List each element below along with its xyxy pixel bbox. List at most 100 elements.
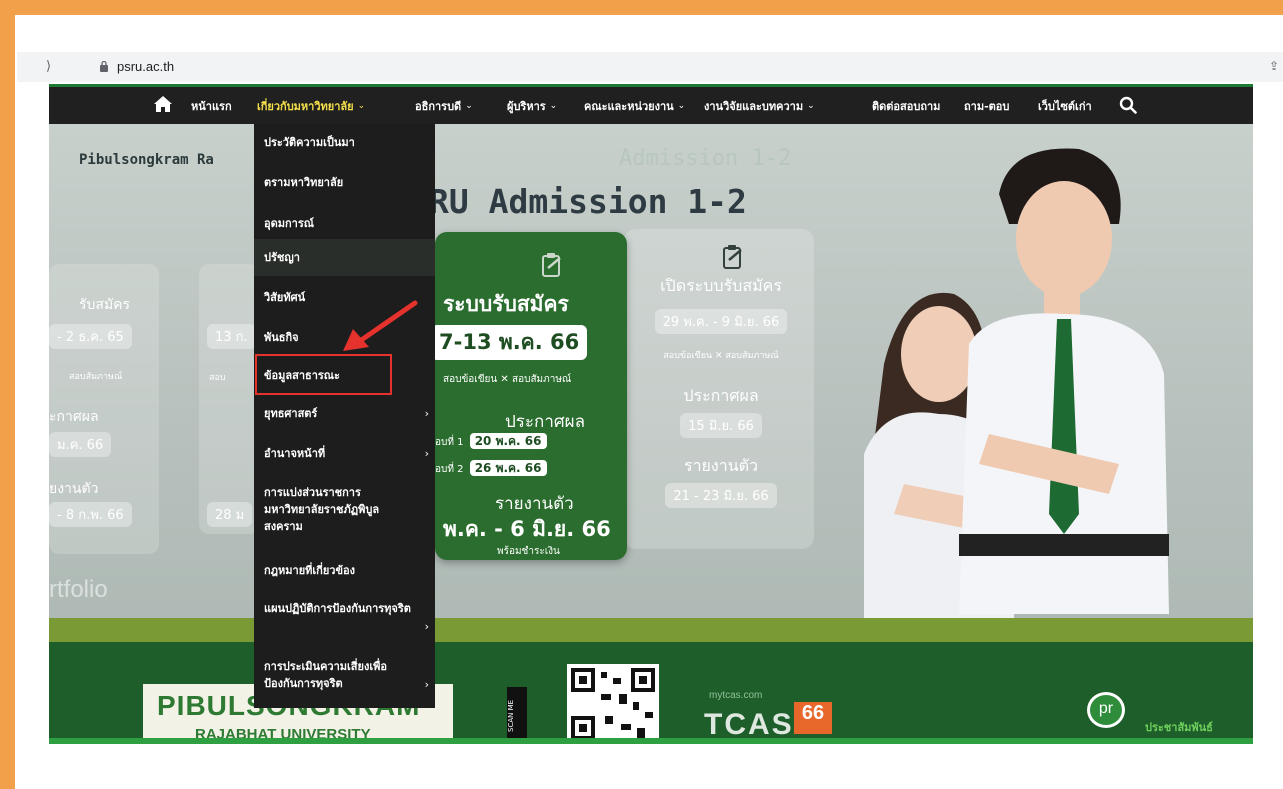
orange-frame-left — [0, 0, 15, 789]
left-report: ยงานตัว — [49, 481, 99, 497]
admission-ghost-text: Admission 1-2 — [619, 146, 792, 171]
chevron-down-icon: ⌄ — [357, 100, 366, 111]
red-arrow-annotation — [343, 300, 418, 351]
nav-item-label: เกี่ยวกับมหาวิทยาลัย — [257, 99, 354, 113]
dropdown-item[interactable]: อำนาจหน้าที่ › — [254, 445, 435, 462]
pr-text: ประชาสัมพันธ์ — [1145, 722, 1213, 734]
portfolio-ghost-text: rtfolio — [49, 576, 108, 603]
tcas-site: mytcas.com — [709, 690, 763, 701]
home-icon[interactable] — [153, 95, 173, 113]
registration-title: ระบบรับสมัคร — [443, 292, 569, 316]
chevron-right-icon: › — [424, 407, 429, 420]
admission-title: Admission 1-2 — [488, 182, 747, 221]
scan-me-label: SCAN ME — [507, 687, 527, 744]
hero-banner[interactable]: Pibulsongkram Ra Admission 1-2 RU Admiss… — [49, 124, 1253, 744]
nav-item-label: งานวิจัยและบทความ — [704, 99, 804, 113]
nav-item-contact[interactable]: ติดต่อสอบถาม — [872, 87, 940, 124]
registration-date: 7-13 พ.ค. 66 — [431, 325, 588, 360]
left-announce: ะกาศผล — [49, 409, 99, 425]
right-faded-column: เปิดระบบรับสมัคร 29 พ.ค. - 9 มิ.ย. 66 สอ… — [631, 274, 811, 508]
left-date2: ม.ค. 66 — [49, 432, 112, 457]
dropdown-item-label: อำนาจหน้าที่ — [264, 447, 326, 460]
tcas-logo: TCAS — [704, 708, 794, 741]
browser-address-bar[interactable]: ⟩ psru.ac.th ⇪ — [17, 52, 1283, 82]
nav-item-label: ติดต่อสอบถาม — [872, 99, 941, 113]
hero-site-title: Pibulsongkram Ra — [79, 152, 214, 168]
exam-line: สอบข้อเขียน ✕ สอบสัมภาษณ์ — [443, 374, 572, 385]
main-navigation: หน้าแรก เกี่ยวกับมหาวิทยาลัย ⌄ อธิการบดี ⌄ ผู… — [49, 84, 1253, 124]
round-2-label: อบที่ 2 — [435, 464, 464, 475]
nav-item-research[interactable]: งานวิจัยและบทความ ⌄ — [704, 87, 815, 124]
dropdown-item[interactable]: ตรามหาวิทยาลัย — [254, 174, 435, 191]
dropdown-item-label: การแบ่งส่วนราชการ มหาวิทยาลัยราชภัฏพิบูล… — [264, 486, 380, 533]
nav-item-label: ผู้บริหาร — [507, 99, 546, 113]
nav-item-executives[interactable]: ผู้บริหาร ⌄ — [507, 87, 557, 124]
nav-item-about-university[interactable]: เกี่ยวกับมหาวิทยาลัย ⌄ — [257, 87, 365, 124]
qr-code-image[interactable] — [567, 664, 659, 744]
dropdown-item[interactable]: อุดมการณ์ — [254, 215, 435, 232]
pay-note: พร้อมชำระเงิน — [497, 546, 560, 557]
dropdown-item-label: กฎหมายที่เกี่ยวข้อง — [264, 564, 355, 577]
left-exam: สอบสัมภาษณ์ — [69, 372, 123, 382]
student-boy-image — [959, 148, 1169, 614]
dropdown-item-label: แผนปฏิบัติการป้องกันการทุจริต — [264, 602, 411, 615]
bottom-green-line — [49, 738, 1253, 744]
back-icon[interactable]: ⟩ — [46, 58, 51, 74]
chevron-down-icon: ⌄ — [807, 100, 815, 111]
mid-exam: สอบ — [209, 373, 226, 383]
nav-item-home[interactable]: หน้าแรก — [191, 87, 232, 124]
dropdown-item[interactable]: ปรัชญา — [254, 239, 435, 276]
right-report: รายงานตัว — [683, 456, 759, 475]
pr-logo[interactable]: pr — [1087, 692, 1125, 728]
round-2-date: 26 พ.ค. 66 — [469, 460, 547, 476]
dropdown-item-label: ตรามหาวิทยาลัย — [264, 176, 344, 189]
dropdown-item-label: ปรัชญา — [264, 251, 300, 264]
round-2: อบที่ 2 26 พ.ค. 66 — [435, 459, 547, 478]
orange-frame-top — [0, 0, 1283, 15]
left-date3: - 8 ก.พ. 66 — [49, 502, 132, 527]
dropdown-item[interactable]: กฎหมายที่เกี่ยวข้อง — [254, 562, 435, 579]
tcas-66-badge: 66 — [794, 702, 832, 734]
nav-item-label: ถาม-ตอบ — [964, 99, 1010, 113]
search-icon[interactable] — [1119, 96, 1137, 114]
report-date: พ.ค. - 6 มิ.ย. 66 — [443, 517, 611, 541]
chevron-down-icon: ⌄ — [549, 100, 558, 111]
dropdown-item[interactable]: แผนปฏิบัติการป้องกันการทุจริต › — [254, 600, 435, 634]
dropdown-item[interactable]: ยุทธศาสตร์ › — [254, 405, 435, 422]
share-icon[interactable]: ⇪ — [1269, 59, 1279, 73]
nav-item-president[interactable]: อธิการบดี ⌄ — [415, 87, 473, 124]
round-1-label: อบที่ 1 — [435, 437, 464, 448]
chevron-down-icon: ⌄ — [677, 100, 686, 111]
nav-item-label: คณะและหน่วยงาน — [584, 99, 674, 113]
admission-heading: RU Admission 1-2 — [429, 182, 747, 221]
nav-item-old-website[interactable]: เว็บไซต์เก่า — [1038, 87, 1092, 124]
nav-item-label: หน้าแรก — [191, 99, 232, 113]
url-text[interactable]: psru.ac.th — [117, 59, 174, 74]
right-title: เปิดระบบรับสมัคร — [660, 276, 782, 295]
right-announce: ประกาศผล — [683, 386, 759, 405]
faded-card-mid — [199, 264, 259, 534]
dropdown-item[interactable]: การประเมินความเสี่ยงเพื่อป้องกันการทุจริ… — [254, 658, 435, 692]
dropdown-item[interactable]: ประวัติความเป็นมา — [254, 134, 435, 151]
right-report-date: 21 - 23 มิ.ย. 66 — [665, 483, 777, 508]
left-date1: - 2 ธ.ค. 65 — [49, 324, 132, 349]
announce-label: ประกาศผล — [505, 412, 586, 432]
lock-icon — [100, 60, 108, 72]
dropdown-item-label: การประเมินความเสี่ยงเพื่อป้องกันการทุจริ… — [264, 660, 387, 690]
right-date: 29 พ.ค. - 9 มิ.ย. 66 — [654, 309, 788, 334]
nav-item-faculties[interactable]: คณะและหน่วยงาน ⌄ — [584, 87, 685, 124]
about-university-dropdown: ประวัติความเป็นมาตรามหาวิทยาลัยอุดมการณ์… — [254, 124, 435, 708]
round-1: อบที่ 1 20 พ.ค. 66 — [435, 432, 547, 451]
registration-card[interactable]: ระบบรับสมัคร 7-13 พ.ค. 66 สอบข้อเขียน ✕ … — [431, 232, 627, 560]
nav-item-label: อธิการบดี — [415, 99, 462, 113]
dropdown-item[interactable]: การแบ่งส่วนราชการ มหาวิทยาลัยราชภัฏพิบูล… — [254, 484, 435, 535]
round-1-date: 20 พ.ค. 66 — [469, 433, 547, 449]
nav-item-label: เว็บไซต์เก่า — [1038, 99, 1092, 113]
nav-item-faq[interactable]: ถาม-ตอบ — [964, 87, 1009, 124]
dropdown-item-label: ประวัติความเป็นมา — [264, 136, 355, 149]
mid-date1: 13 ก. — [207, 324, 256, 349]
chevron-right-icon: › — [424, 678, 429, 691]
clipboard-icon — [542, 253, 561, 277]
mid-date2: 28 ม — [207, 502, 253, 527]
dropdown-item-label: อุดมการณ์ — [264, 217, 314, 230]
